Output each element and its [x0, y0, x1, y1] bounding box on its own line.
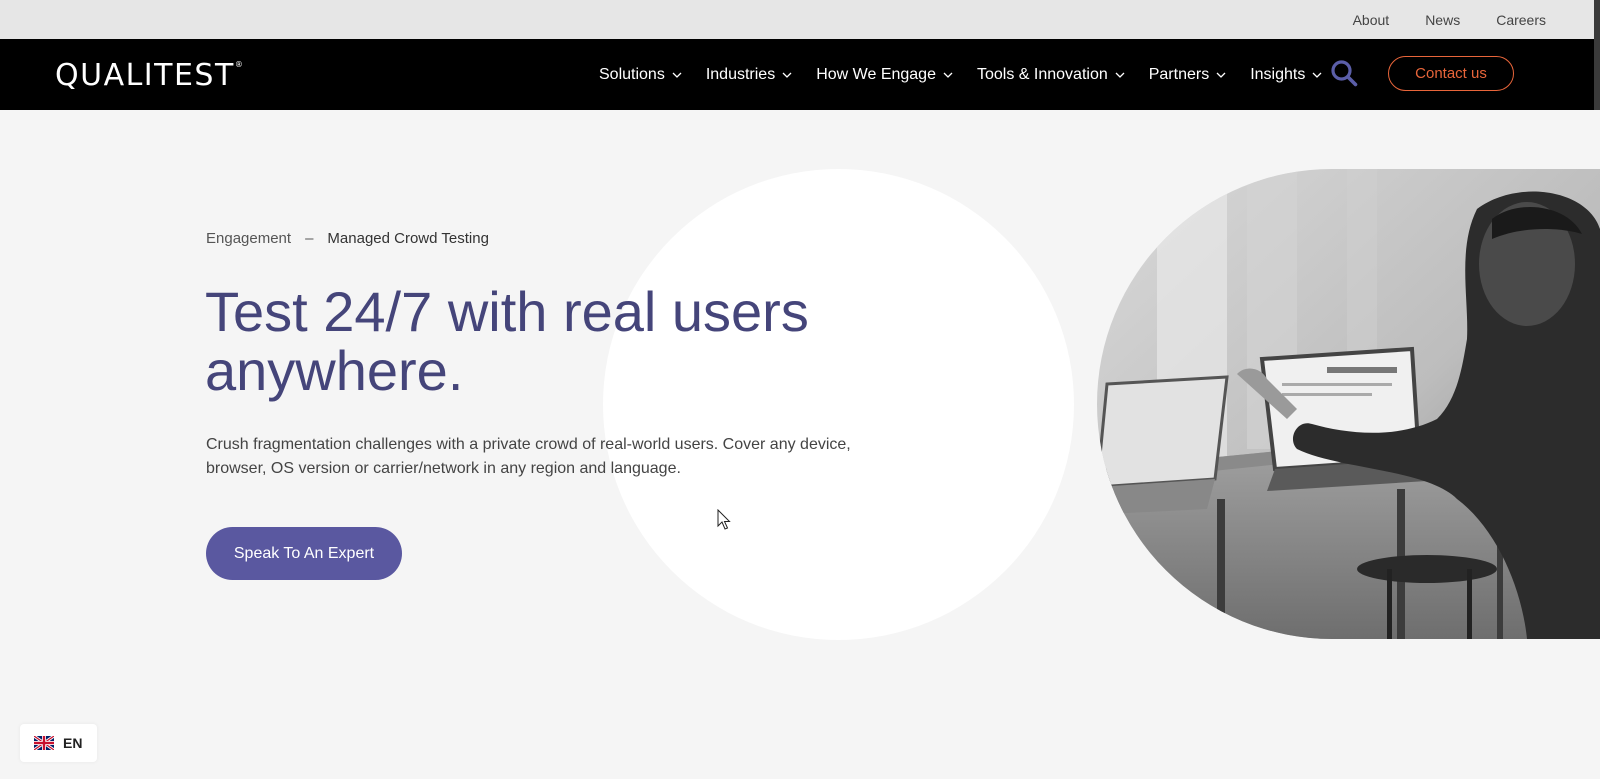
nav-menu: Solutions Industries How We Engage Tools… — [599, 39, 1346, 110]
uk-flag-icon — [34, 736, 54, 750]
chevron-down-icon — [943, 72, 953, 78]
breadcrumb-separator: – — [305, 230, 314, 247]
breadcrumb-current: Managed Crowd Testing — [327, 230, 489, 247]
decorative-circle — [603, 169, 1074, 640]
nav-item-industries[interactable]: Industries — [706, 66, 792, 84]
chevron-down-icon — [1312, 72, 1322, 78]
breadcrumb: Engagement – Managed Crowd Testing — [206, 230, 489, 247]
hero-description: Crush fragmentation challenges with a pr… — [206, 436, 851, 477]
nav-item-tools-innovation[interactable]: Tools & Innovation — [977, 66, 1125, 84]
speak-to-expert-button[interactable]: Speak To An Expert — [206, 527, 402, 580]
logo-text: QUALITEST — [55, 58, 235, 93]
mouse-cursor-icon — [717, 509, 731, 530]
about-link[interactable]: About — [1353, 12, 1390, 28]
breadcrumb-parent[interactable]: Engagement — [206, 230, 291, 247]
page-title-line-2: anywhere. — [205, 339, 464, 402]
page-title: Test 24/7 with real users anywhere. — [205, 282, 905, 400]
chevron-down-icon — [782, 72, 792, 78]
chevron-down-icon — [1115, 72, 1125, 78]
nav-item-solutions[interactable]: Solutions — [599, 66, 682, 84]
nav-item-how-we-engage[interactable]: How We Engage — [816, 66, 953, 84]
chevron-down-icon — [1216, 72, 1226, 78]
utility-bar: About News Careers — [0, 0, 1600, 39]
scrollbar[interactable] — [1594, 0, 1600, 110]
careers-link[interactable]: Careers — [1496, 12, 1546, 28]
news-link[interactable]: News — [1425, 12, 1460, 28]
nav-item-insights[interactable]: Insights — [1250, 66, 1322, 84]
nav-item-label: Insights — [1250, 65, 1306, 83]
nav-item-label: Industries — [705, 65, 776, 83]
contact-us-button[interactable]: Contact us — [1388, 56, 1514, 91]
hero-photo — [1097, 169, 1600, 639]
nav-item-partners[interactable]: Partners — [1149, 66, 1226, 84]
nav-item-label: Partners — [1148, 65, 1210, 83]
qualitest-logo[interactable]: QUALITEST® — [55, 58, 244, 93]
nav-item-label: Tools & Innovation — [976, 65, 1108, 83]
main-navigation: QUALITEST® Solutions Industries How We E… — [0, 39, 1594, 110]
nav-item-label: How We Engage — [816, 65, 936, 83]
language-selector[interactable]: EN — [20, 724, 97, 762]
nav-item-label: Solutions — [599, 65, 665, 83]
chevron-down-icon — [672, 72, 682, 78]
language-code: EN — [63, 735, 83, 751]
office-laptop-illustration — [1097, 169, 1600, 639]
logo-registered-mark: ® — [234, 60, 245, 69]
search-icon[interactable] — [1330, 59, 1358, 87]
page-title-line-1: Test 24/7 with real users — [205, 280, 809, 343]
